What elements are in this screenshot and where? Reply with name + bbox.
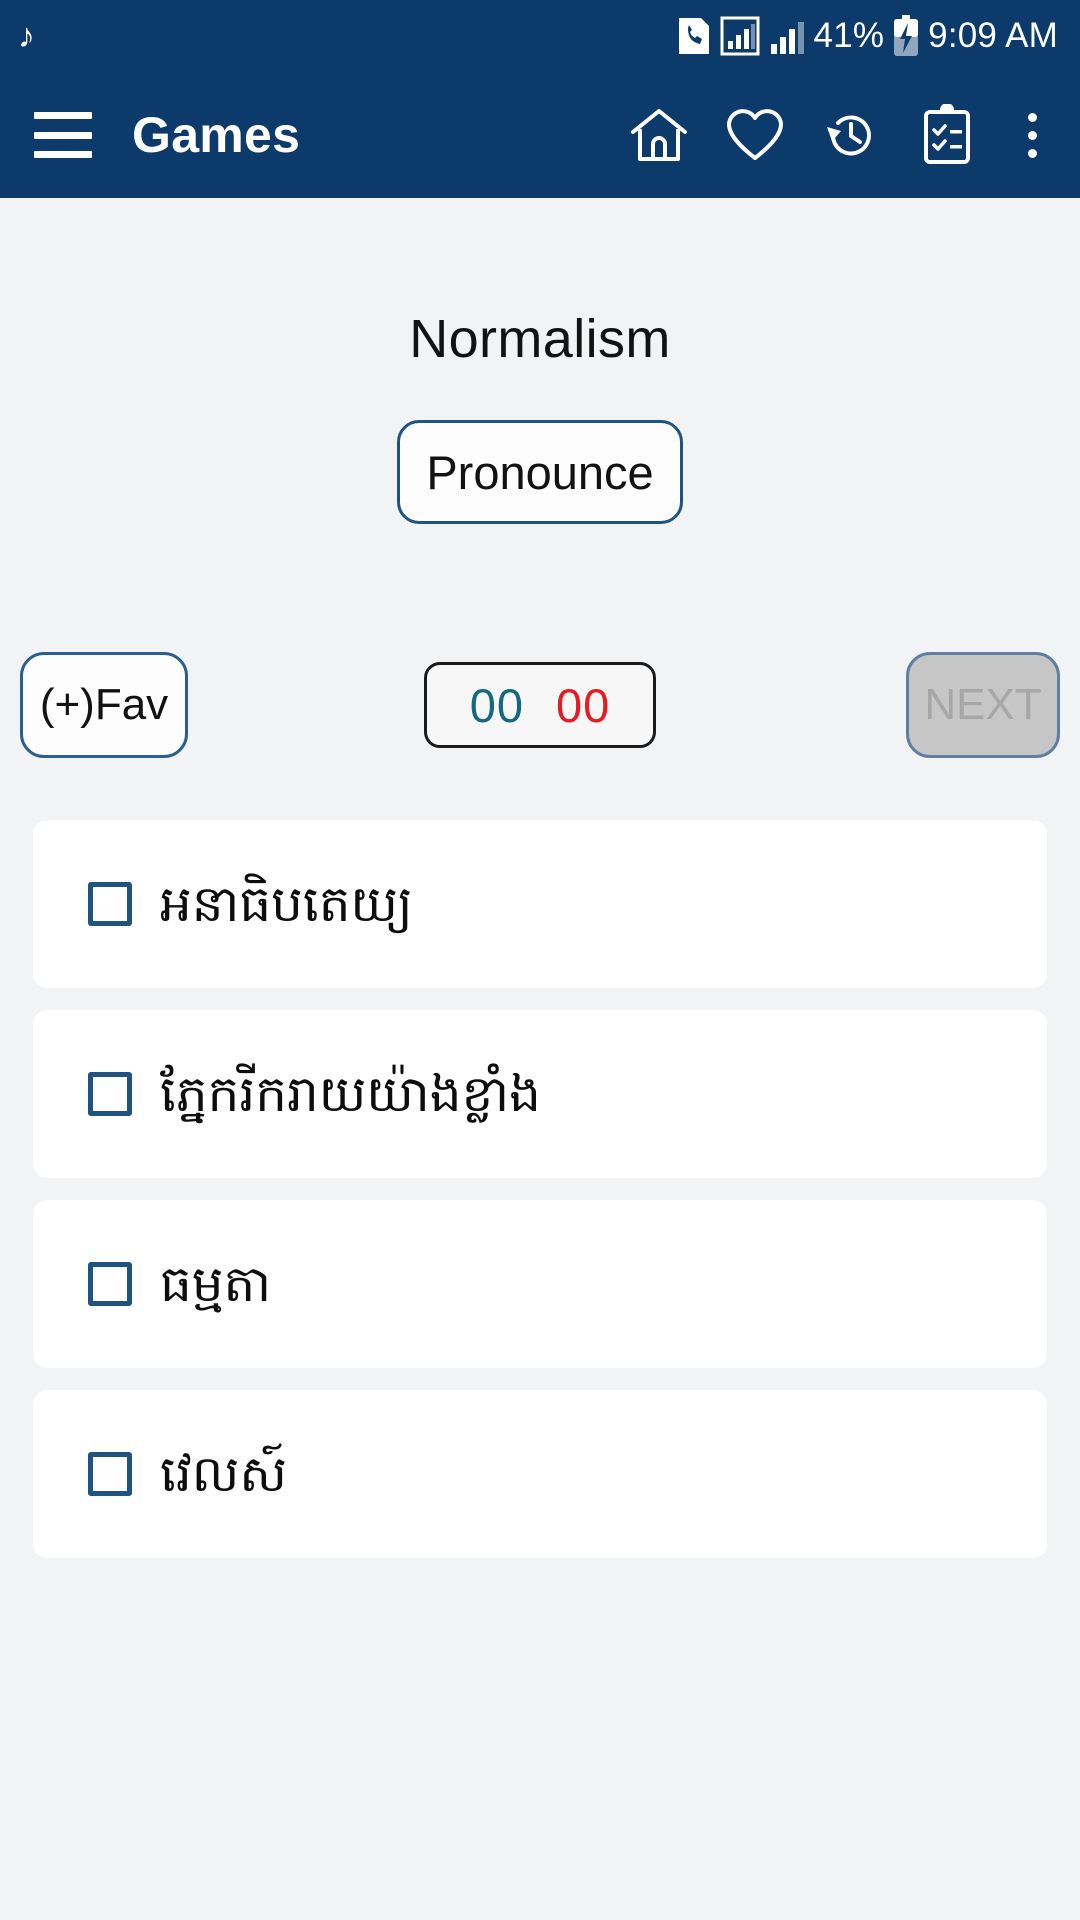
add-favorite-button[interactable]: (+)Fav [20,652,188,758]
signal-bars-boxed-icon [720,16,760,56]
answer-option[interactable]: ភ្នែករីករាយយ៉ាងខ្លាំង [33,1010,1047,1178]
app-bar-actions [628,100,1056,170]
signal-bars-icon [770,22,804,54]
answer-option[interactable]: អនាធិបតេយ្យ [33,820,1047,988]
tests-button[interactable] [916,100,978,170]
answer-list: អនាធិបតេយ្យ ភ្នែករីករាយយ៉ាងខ្លាំង ធម្មតា… [0,820,1080,1558]
main-content: Normalism Pronounce (+)Fav 00 00 NEXT អន… [0,198,1080,1920]
overflow-dot [1027,112,1037,122]
history-icon [827,115,871,156]
answer-label: អនាធិបតេយ្យ [160,874,413,933]
clock-label: 9:09 AM [928,16,1058,55]
answer-label: ភ្នែករីករាយយ៉ាងខ្លាំង [160,1064,541,1123]
control-row: (+)Fav 00 00 NEXT [0,652,1080,758]
heart-icon [727,109,783,160]
hamburger-menu-icon[interactable] [34,112,92,158]
status-bar-right: 41% 9:09 AM [677,15,1058,57]
answer-checkbox[interactable] [88,1262,132,1306]
answer-option[interactable]: ធម្មតា [33,1200,1047,1368]
answer-label: វេលស៍ [160,1444,287,1503]
score-correct: 00 [469,678,524,732]
overflow-dot [1027,148,1037,158]
history-button[interactable] [820,100,882,170]
pronounce-button[interactable]: Pronounce [397,420,683,524]
answer-option[interactable]: វេលស៍ [33,1390,1047,1558]
app-bar: Games [0,72,1080,198]
home-icon [631,109,687,161]
overflow-menu-icon[interactable] [1012,100,1052,170]
prompt-word: Normalism [409,309,671,369]
call-sim-icon [678,18,709,54]
favorites-button[interactable] [724,100,786,170]
hamburger-line [34,151,92,158]
status-bar: ♪ 41% 9:09 AM [0,0,1080,72]
page-title: Games [132,107,301,163]
battery-charging-icon [894,15,919,56]
hamburger-line [34,131,92,139]
score-wrong: 00 [556,678,611,732]
overflow-dot [1027,130,1037,140]
hamburger-line [34,112,92,119]
clipboard-checklist-icon [924,104,970,164]
home-button[interactable] [628,100,690,170]
music-note-icon: ♪ [18,17,35,55]
app-screen: ♪ 41% 9:09 AM Games Normalism Pronounce … [0,0,1080,1920]
score-display: 00 00 [424,662,656,748]
next-button[interactable]: NEXT [906,652,1060,758]
answer-label: ធម្មតា [160,1254,272,1313]
answer-checkbox[interactable] [88,882,132,926]
answer-checkbox[interactable] [88,1452,132,1496]
answer-checkbox[interactable] [88,1072,132,1116]
status-bar-left: ♪ [18,19,35,53]
word-area: Normalism Pronounce [0,308,1080,524]
battery-percent-label: 41% [813,16,885,55]
